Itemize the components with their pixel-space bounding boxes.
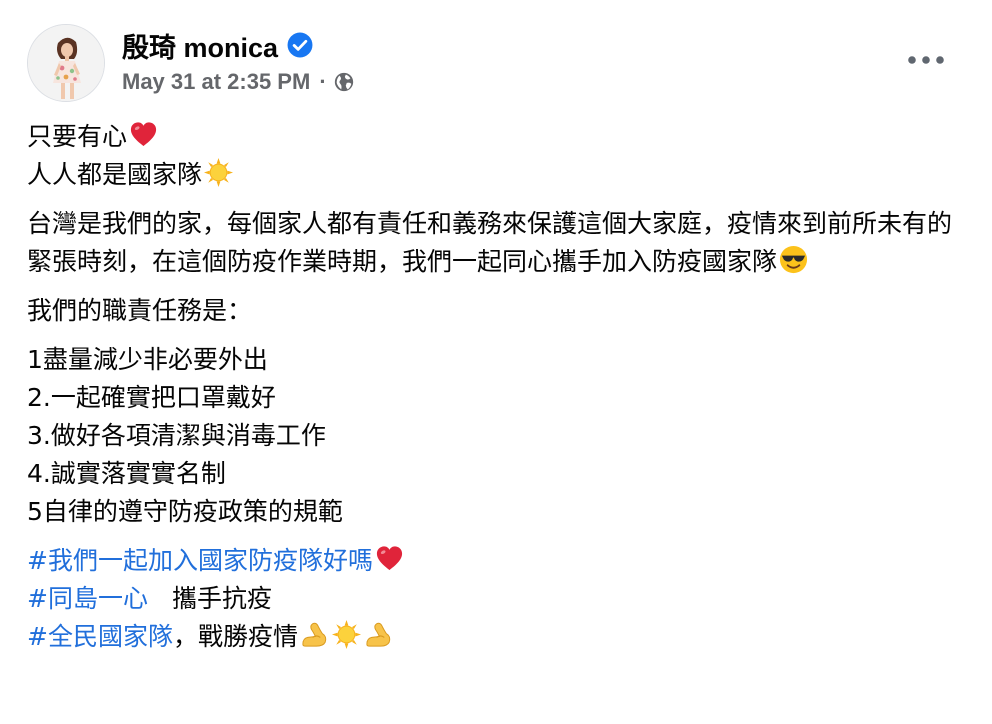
hashtag-link[interactable]: #我們一起加入國家防疫隊好嗎 [27, 546, 373, 575]
hashtag-2-suffix: 攜手抗疫 [171, 584, 272, 613]
sun-emoji [203, 157, 234, 188]
globe-icon[interactable] [333, 71, 355, 93]
hashtag-line-3: #全民國家隊，戰勝疫情 [27, 618, 967, 656]
post-meta: May 31 at 2:35 PM · [122, 66, 355, 98]
hashtag-3-suffix: ，戰勝疫情 [172, 622, 298, 651]
paragraph-2-text: 台灣是我們的家，每個家人都有責任和義務來保護這個大家庭，疫情來到前所未有的緊張時… [27, 205, 967, 281]
hashtag-block: #我們一起加入國家防疫隊好嗎 #同島一心 攜手抗疫 #全民國家隊，戰勝疫情 [27, 542, 967, 656]
duty-item: 1盡量減少非必要外出 [27, 345, 268, 374]
author-name[interactable]: 殷琦 monica [122, 26, 278, 65]
meta-separator: · [319, 69, 327, 94]
flexed-biceps-emoji [363, 619, 394, 650]
intro-line-2: 人人都是國家隊 [27, 156, 967, 194]
intro-block: 只要有心 人人都是國家隊 [27, 118, 967, 194]
paragraph-2-body: 台灣是我們的家，每個家人都有責任和義務來保護這個大家庭，疫情來到前所未有的緊張時… [27, 209, 953, 276]
duties-heading-block: 我們的職責任務是： [27, 292, 967, 330]
hashtag-link[interactable]: #全民國家隊 [27, 622, 173, 651]
duties-list: 1盡量減少非必要外出 2.一起確實把口罩戴好 3.做好各項清潔與消毒工作 4.誠… [27, 341, 967, 531]
more-options-button[interactable] [902, 44, 950, 76]
post-text: 只要有心 人人都是國家隊 台灣是我們的家，每個家人都有責任和義務來保護這個大家庭… [27, 118, 967, 667]
post-timestamp[interactable]: May 31 at 2:35 PM [122, 69, 310, 95]
more-options-icon [908, 56, 944, 64]
sunglasses-face-emoji [778, 244, 809, 275]
duty-item: 4.誠實落實實名制 [27, 459, 226, 488]
intro-text-2: 人人都是國家隊 [27, 160, 203, 189]
paragraph-2: 台灣是我們的家，每個家人都有責任和義務來保護這個大家庭，疫情來到前所未有的緊張時… [27, 205, 967, 281]
duties-heading: 我們的職責任務是： [27, 296, 253, 325]
flexed-biceps-emoji [299, 619, 330, 650]
duty-item: 2.一起確實把口罩戴好 [27, 383, 276, 412]
red-heart-emoji [374, 543, 405, 574]
sun-emoji [331, 619, 362, 650]
hashtag-line-2: #同島一心 攜手抗疫 [27, 580, 967, 618]
author-avatar[interactable] [27, 24, 105, 102]
hashtag-line-1: #我們一起加入國家防疫隊好嗎 [27, 542, 967, 580]
author-row: 殷琦 monica [122, 26, 313, 64]
verified-badge-icon [287, 32, 313, 58]
hashtag-link[interactable]: #同島一心 [27, 584, 148, 613]
avatar-photo [28, 25, 104, 101]
duty-item: 5自律的遵守防疫政策的規範 [27, 497, 343, 526]
red-heart-emoji [128, 119, 159, 150]
post-header: 殷琦 monica May 31 at 2:35 PM · [0, 0, 992, 110]
duty-item: 3.做好各項清潔與消毒工作 [27, 421, 326, 450]
intro-line-1: 只要有心 [27, 118, 967, 156]
intro-text-1: 只要有心 [27, 122, 128, 151]
